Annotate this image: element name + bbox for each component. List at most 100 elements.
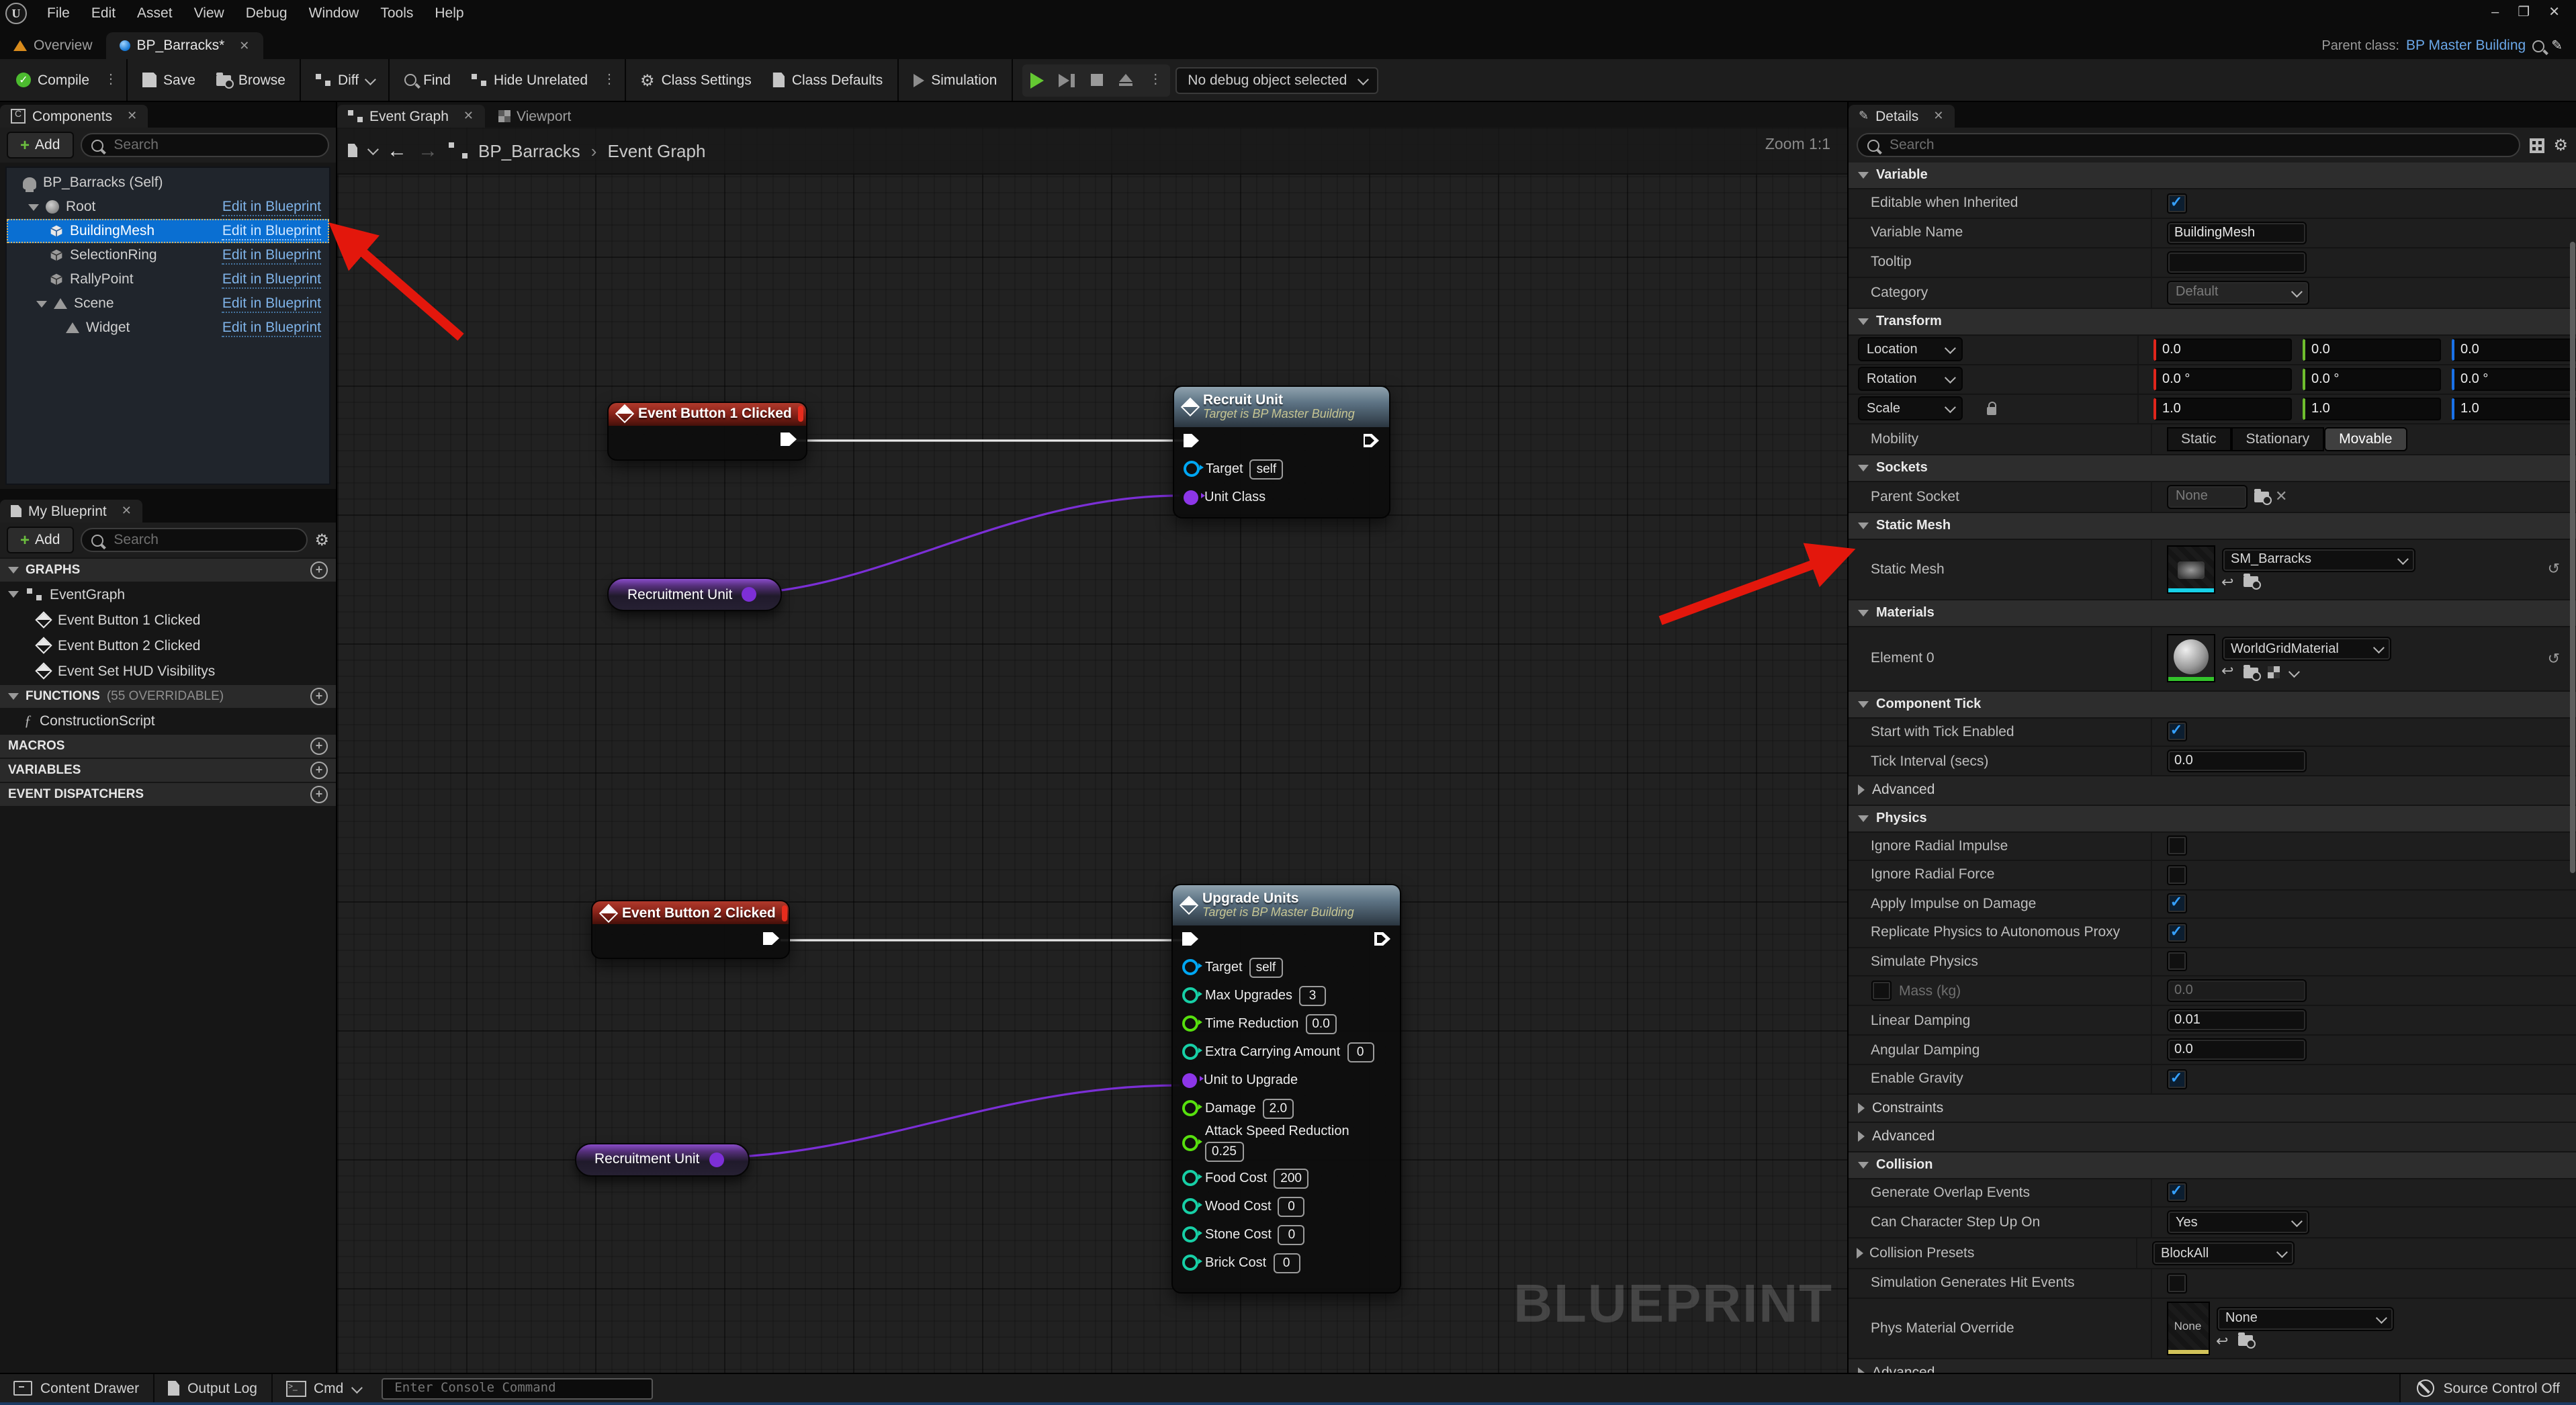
attack-speed-pin[interactable] xyxy=(1182,1135,1198,1151)
pin-value[interactable]: 0 xyxy=(1278,1196,1305,1216)
extra-carrying-pin[interactable] xyxy=(1182,1044,1198,1060)
close-icon[interactable]: ✕ xyxy=(127,109,137,124)
section-physics[interactable]: Physics xyxy=(1848,805,2576,832)
section-variable[interactable]: Variable xyxy=(1848,163,2576,189)
pin-value[interactable]: 0.25 xyxy=(1205,1142,1243,1162)
brick-cost-pin[interactable] xyxy=(1182,1255,1198,1271)
wood-cost-pin[interactable] xyxy=(1182,1198,1198,1214)
clear-socket-icon[interactable]: ✕ xyxy=(2275,488,2287,505)
editable-checkbox[interactable]: ✓ xyxy=(2166,193,2186,214)
pin-value[interactable]: self xyxy=(1250,459,1284,479)
unit-to-upgrade-pin[interactable] xyxy=(1182,1073,1197,1087)
add-dispatcher-icon[interactable]: + xyxy=(310,786,328,803)
step-up-dropdown[interactable]: Yes xyxy=(2166,1210,2309,1234)
play-button[interactable] xyxy=(1022,64,1052,96)
components-row-rallypoint[interactable]: RallyPoint Edit in Blueprint xyxy=(7,267,329,291)
add-graph-icon[interactable]: + xyxy=(310,561,328,579)
section-component-tick[interactable]: Component Tick xyxy=(1848,691,2576,718)
event-delegate-icon[interactable] xyxy=(799,406,804,422)
event-row-button1[interactable]: Event Button 1 Clicked xyxy=(0,607,336,633)
pin-row-unit-to-upgrade[interactable]: Unit to Upgrade xyxy=(1173,1066,1400,1094)
expander-icon[interactable] xyxy=(28,203,39,210)
tab-components[interactable]: C Components ✕ xyxy=(0,105,148,128)
rotation-dropdown[interactable]: Rotation xyxy=(1857,367,1962,391)
collision-advanced-expander[interactable]: Advanced xyxy=(1848,1359,2576,1373)
back-button[interactable]: ← xyxy=(387,140,407,161)
details-search[interactable] xyxy=(1856,133,2520,157)
stone-cost-pin[interactable] xyxy=(1182,1226,1198,1242)
close-button[interactable]: ✕ xyxy=(2548,5,2560,20)
simulate-physics-checkbox[interactable]: ✓ xyxy=(2166,952,2186,972)
linear-damping-field[interactable]: 0.01 xyxy=(2166,1009,2306,1032)
target-pin[interactable] xyxy=(1182,959,1198,975)
parent-class-link[interactable]: BP Master Building xyxy=(2406,38,2526,54)
add-blueprint-item-button[interactable]: +Add xyxy=(7,527,73,553)
static-mesh-dropdown[interactable]: SM_Barracks xyxy=(2221,547,2415,572)
node-event-button-2-clicked[interactable]: Event Button 2 Clicked xyxy=(591,900,790,959)
use-selected-asset-icon[interactable]: ↩ xyxy=(2216,1334,2228,1349)
tab-overview[interactable]: Overview xyxy=(0,32,106,59)
exec-input-pin[interactable] xyxy=(1183,434,1199,447)
node-recruit-unit[interactable]: Recruit Unit Target is BP Master Buildin… xyxy=(1172,385,1390,518)
breadcrumb-leaf[interactable]: Event Graph xyxy=(607,140,705,161)
event-dispatchers-section-header[interactable]: EVENT DISPATCHERS + xyxy=(0,783,336,806)
save-button[interactable]: Save xyxy=(131,59,206,101)
reset-to-default-icon[interactable]: ↺ xyxy=(2548,560,2560,578)
unit-class-pin[interactable] xyxy=(1183,490,1198,504)
tab-my-blueprint[interactable]: My Blueprint ✕ xyxy=(0,500,142,523)
mobility-static[interactable]: Static xyxy=(2166,426,2231,451)
material-options-icon[interactable] xyxy=(2267,666,2279,678)
collision-presets-dropdown[interactable]: BlockAll xyxy=(2151,1241,2294,1265)
add-macro-icon[interactable]: + xyxy=(310,737,328,755)
macros-section-header[interactable]: MACROS + xyxy=(0,735,336,758)
pin-row-max-upgrades[interactable]: Max Upgrades3 xyxy=(1173,981,1400,1009)
details-search-input[interactable] xyxy=(1887,136,2509,154)
pin-value[interactable]: 0 xyxy=(1273,1253,1300,1273)
physics-advanced-expander[interactable]: Advanced xyxy=(1848,1123,2576,1152)
pin-row-unit-class[interactable]: Unit Class xyxy=(1173,483,1388,511)
browse-to-asset-icon[interactable] xyxy=(2237,1334,2252,1345)
bookmark-icon[interactable] xyxy=(348,144,357,157)
replicate-physics-checkbox[interactable]: ✓ xyxy=(2166,923,2186,943)
components-row-widget[interactable]: Widget Edit in Blueprint xyxy=(7,316,329,340)
pin-value[interactable]: 0 xyxy=(1278,1224,1305,1244)
constraints-expander[interactable]: Constraints xyxy=(1848,1094,2576,1123)
tab-event-graph[interactable]: Event Graph ✕ xyxy=(337,105,484,128)
pin-value[interactable]: 2.0 xyxy=(1263,1098,1294,1118)
material-thumbnail[interactable] xyxy=(2166,634,2215,682)
phys-material-thumbnail[interactable]: None xyxy=(2166,1301,2209,1355)
components-row-root[interactable]: Root Edit in Blueprint xyxy=(7,195,329,219)
edit-in-blueprint-link[interactable]: Edit in Blueprint xyxy=(222,319,321,336)
angular-damping-field[interactable]: 0.0 xyxy=(2166,1038,2306,1061)
location-z-field[interactable]: 0.0 xyxy=(2451,338,2576,361)
pin-row-extra-carrying[interactable]: Extra Carrying Amount0 xyxy=(1173,1038,1400,1066)
forward-button[interactable]: → xyxy=(418,140,438,161)
hide-unrelated-button[interactable]: Hide Unrelated xyxy=(461,59,598,101)
tick-advanced-expander[interactable]: Advanced xyxy=(1848,776,2576,805)
components-row-self[interactable]: BP_Barracks (Self) xyxy=(7,171,329,195)
pin-row-wood-cost[interactable]: Wood Cost0 xyxy=(1173,1192,1400,1220)
enable-gravity-checkbox[interactable]: ✓ xyxy=(2166,1069,2186,1089)
variable-output-pin[interactable] xyxy=(709,1152,723,1167)
location-x-field[interactable]: 0.0 xyxy=(2153,338,2291,361)
chevron-down-icon[interactable] xyxy=(2288,666,2299,677)
mobility-stationary[interactable]: Stationary xyxy=(2231,426,2325,451)
tab-bp-barracks[interactable]: BP_Barracks* ✕ xyxy=(106,32,263,59)
event-row-hud-visibility[interactable]: Event Set HUD Visibilitys xyxy=(0,658,336,684)
category-dropdown[interactable]: Default xyxy=(2166,280,2309,304)
pin-row-target[interactable]: Targetself xyxy=(1173,953,1400,981)
console-command-box[interactable] xyxy=(381,1377,652,1399)
variable-node-recruitment-unit[interactable]: Recruitment Unit xyxy=(607,578,782,611)
stop-button[interactable] xyxy=(1081,64,1111,96)
variable-name-field[interactable]: BuildingMesh xyxy=(2166,221,2306,244)
eject-button[interactable] xyxy=(1111,64,1141,96)
static-mesh-thumbnail[interactable] xyxy=(2166,545,2215,593)
start-tick-checkbox[interactable]: ✓ xyxy=(2166,722,2186,742)
pin-value[interactable]: 0 xyxy=(1347,1042,1374,1062)
rotation-z-field[interactable]: 0.0 ° xyxy=(2451,367,2576,390)
rotation-y-field[interactable]: 0.0 ° xyxy=(2302,367,2440,390)
class-defaults-button[interactable]: Class Defaults xyxy=(762,59,893,101)
compile-options-icon[interactable]: ⋮ xyxy=(100,73,122,87)
socket-browse-icon[interactable] xyxy=(2254,491,2268,502)
tooltip-field[interactable] xyxy=(2166,251,2306,273)
